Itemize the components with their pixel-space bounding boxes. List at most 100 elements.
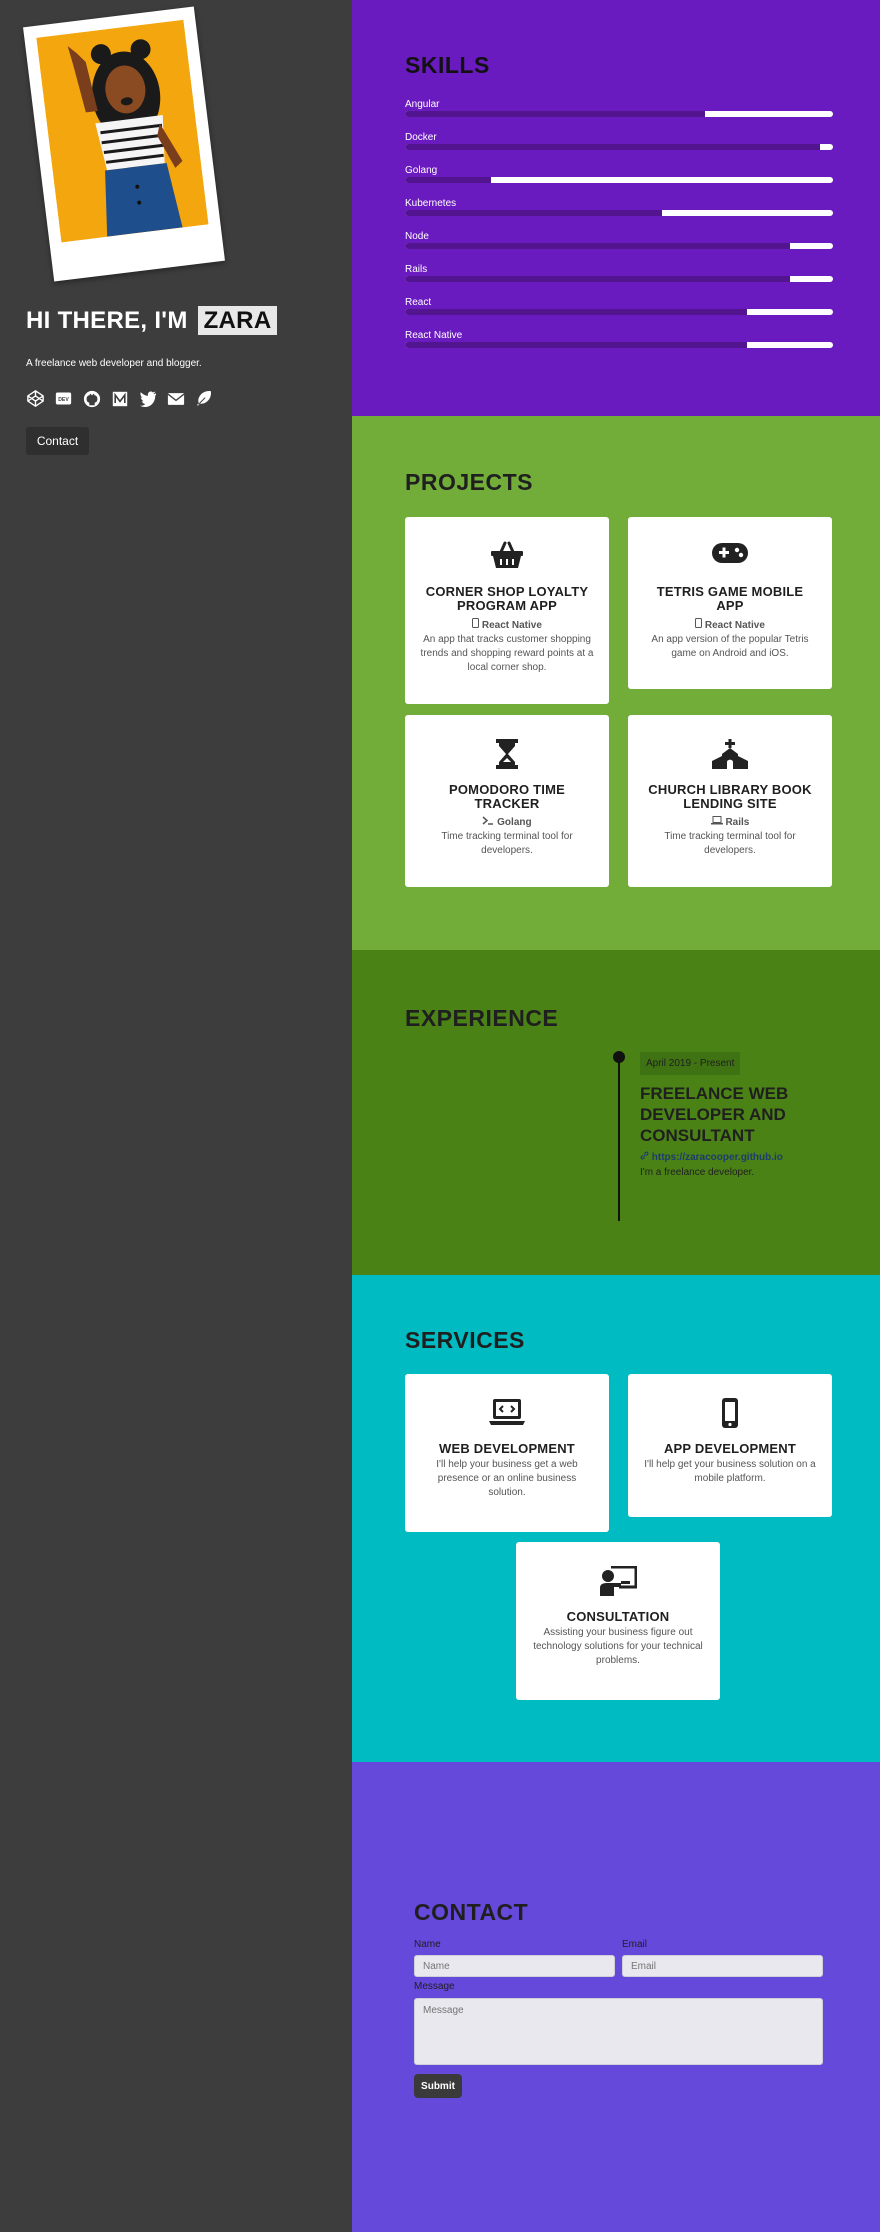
skill-item: Golang — [405, 165, 833, 183]
services-title: SERVICES — [405, 1327, 525, 1353]
service-description: Assisting your business figure out techn… — [533, 1627, 703, 1666]
contact-button[interactable]: Contact — [26, 427, 89, 455]
terminal-icon — [482, 816, 494, 828]
service-title: WEB DEVELOPMENT — [439, 1441, 575, 1456]
link-icon — [640, 1151, 649, 1163]
job-link-text[interactable]: https://zaracooper.github.io — [652, 1152, 783, 1163]
skill-bar-fill — [405, 243, 791, 249]
skill-item: Node — [405, 231, 833, 249]
skill-bar-fill — [405, 276, 791, 282]
projects-section: PROJECTS CORNER SHOP LOYALTY PROGRAM APP… — [352, 416, 880, 950]
experience-title: EXPERIENCE — [405, 1005, 559, 1031]
services-section: SERVICES WEB DEVELOPMENT I'll help your … — [352, 1275, 880, 1762]
project-title: POMODORO TIME TRACKER — [449, 782, 565, 811]
basket-icon — [419, 541, 595, 569]
skill-label: Angular — [405, 99, 440, 110]
hero-title: HI THERE, I'M ZARA — [26, 306, 278, 335]
skill-bar-fill — [405, 309, 748, 315]
project-card[interactable]: TETRIS GAME MOBILE APP React Native An a… — [628, 517, 832, 689]
skill-label: Rails — [405, 264, 428, 275]
email-field[interactable] — [622, 1955, 823, 1977]
skill-item: Angular — [405, 99, 833, 117]
hourglass-icon — [419, 739, 595, 769]
contact-section: CONTACT Name Email Message Submit — [352, 1762, 880, 2232]
timeline-dot — [613, 1051, 625, 1063]
projects-title: PROJECTS — [405, 469, 533, 495]
skill-bar — [405, 144, 833, 150]
date-badge: April 2019 - Present — [640, 1052, 741, 1075]
feather-icon[interactable] — [194, 389, 213, 408]
hero-name: ZARA — [197, 306, 278, 335]
skill-bar-fill — [405, 210, 662, 216]
dev-icon[interactable]: DEV — [54, 389, 73, 408]
church-icon — [642, 739, 818, 769]
skill-item: React Native — [405, 330, 833, 348]
skill-label: Golang — [405, 165, 438, 176]
svg-text:DEV: DEV — [58, 397, 69, 403]
skill-bar — [405, 342, 833, 348]
project-description: An app that tracks customer shopping tre… — [420, 634, 594, 673]
skill-bar-fill — [405, 111, 705, 117]
skill-bar — [405, 210, 833, 216]
job-description: I'm a freelance developer. — [640, 1167, 755, 1178]
skill-bar — [405, 276, 833, 282]
contact-title: CONTACT — [414, 1899, 529, 1925]
job-link[interactable]: https://zaracooper.github.io — [640, 1151, 783, 1163]
project-card[interactable]: CHURCH LIBRARY BOOK LENDING SITE Rails T… — [628, 715, 832, 887]
avatar-illustration — [36, 19, 209, 243]
service-card: CONSULTATION Assisting your business fig… — [516, 1542, 720, 1700]
project-tech: React Native — [642, 618, 818, 631]
submit-button[interactable]: Submit — [414, 2074, 462, 2098]
mobile-icon — [695, 618, 703, 631]
email-label: Email — [622, 1939, 648, 1950]
project-tech-label: Rails — [725, 817, 750, 828]
mobile-icon — [642, 1398, 818, 1428]
service-description: I'll help get your business solution on … — [644, 1459, 816, 1484]
skill-item: Docker — [405, 132, 833, 150]
hero-tagline: A freelance web developer and blogger. — [26, 358, 202, 369]
project-title: CORNER SHOP LOYALTY PROGRAM APP — [425, 584, 589, 613]
project-title: TETRIS GAME MOBILE APP — [656, 584, 804, 613]
skill-bar — [405, 243, 833, 249]
service-card: APP DEVELOPMENT I'll help get your busin… — [628, 1374, 832, 1517]
project-title: CHURCH LIBRARY BOOK LENDING SITE — [648, 782, 812, 811]
timeline-line — [618, 1056, 620, 1221]
skill-bar — [405, 177, 833, 183]
skill-label: Kubernetes — [405, 198, 457, 209]
sidebar: HI THERE, I'M ZARA A freelance web devel… — [0, 0, 352, 2232]
project-description: Time tracking terminal tool for develope… — [664, 831, 796, 856]
profile-photo — [23, 6, 225, 282]
skill-label: Docker — [405, 132, 437, 143]
social-links: DEV — [26, 389, 213, 408]
skill-bar — [405, 111, 833, 117]
twitter-icon[interactable] — [138, 389, 157, 408]
service-card: WEB DEVELOPMENT I'll help your business … — [405, 1374, 609, 1532]
hero-greeting: HI THERE, I'M — [26, 307, 188, 334]
name-label: Name — [414, 1939, 441, 1950]
laptop-code-icon — [419, 1398, 595, 1426]
project-tech: Rails — [642, 816, 818, 828]
project-tech-label: React Native — [481, 620, 542, 631]
project-tech: Golang — [419, 816, 595, 828]
skill-item: React — [405, 297, 833, 315]
service-description: I'll help your business get a web presen… — [436, 1459, 578, 1498]
codepen-icon[interactable] — [26, 389, 45, 408]
project-tech-label: React Native — [704, 620, 765, 631]
email-icon[interactable] — [166, 389, 185, 408]
project-card[interactable]: CORNER SHOP LOYALTY PROGRAM APP React Na… — [405, 517, 609, 704]
skill-label: Node — [405, 231, 429, 242]
project-tech: React Native — [419, 618, 595, 631]
skill-bar — [405, 309, 833, 315]
skills-title: SKILLS — [405, 52, 490, 78]
skill-label: React Native — [405, 330, 463, 341]
github-icon[interactable] — [82, 389, 101, 408]
gamepad-icon — [642, 541, 818, 569]
project-description: Time tracking terminal tool for develope… — [441, 831, 573, 856]
medium-icon[interactable] — [110, 389, 129, 408]
name-field[interactable] — [414, 1955, 615, 1977]
project-card[interactable]: POMODORO TIME TRACKER Golang Time tracki… — [405, 715, 609, 887]
message-field[interactable] — [414, 1998, 823, 2065]
mobile-icon — [472, 618, 480, 631]
service-title: APP DEVELOPMENT — [663, 1441, 797, 1456]
laptop-icon — [710, 816, 723, 828]
